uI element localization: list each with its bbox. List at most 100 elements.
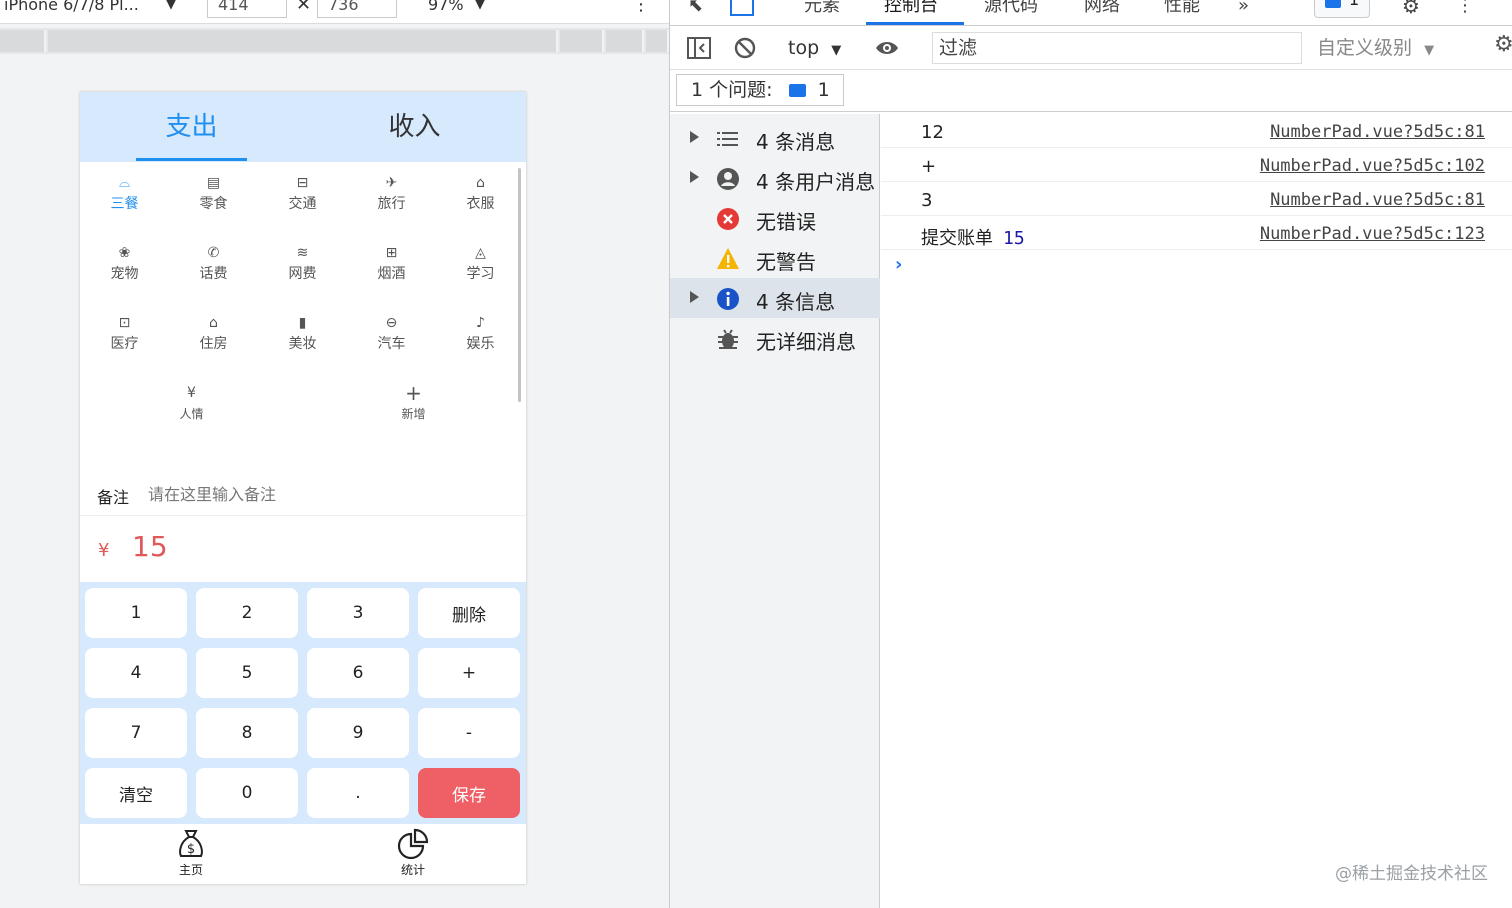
category-item[interactable]: ✈ 旅行 [347, 172, 436, 222]
minus-key[interactable]: - [418, 708, 520, 758]
message-value: 15 [1003, 228, 1025, 249]
key-0[interactable]: 0 [196, 768, 298, 818]
key-7[interactable]: 7 [85, 708, 187, 758]
filter-input[interactable] [932, 32, 1302, 64]
tab-income[interactable]: 收入 [303, 92, 526, 162]
category-item[interactable]: ⊖ 汽车 [347, 312, 436, 362]
medical-kit-icon: ⊡ [118, 315, 131, 331]
source-link[interactable]: NumberPad.vue?5d5c:81 [1270, 122, 1485, 142]
car-icon: ⊖ [385, 315, 398, 331]
category-item[interactable]: ⌂ 住房 [169, 312, 258, 362]
message-text: 提交账单 [921, 228, 993, 249]
source-link[interactable]: NumberPad.vue?5d5c:81 [1270, 190, 1485, 210]
sidebar-filter-item[interactable]: 4 条用户消息 [670, 158, 880, 198]
active-tab-indicator [866, 22, 964, 25]
currency-symbol: ¥ [98, 540, 110, 561]
zoom-chevron-icon[interactable]: ▼ [475, 0, 485, 16]
message-text: + [921, 156, 937, 177]
nav-statistics[interactable]: 统计 [353, 828, 473, 882]
more-tabs-icon[interactable]: » [1238, 0, 1249, 18]
category-item[interactable]: ≋ 网费 [258, 242, 347, 292]
key-8[interactable]: 8 [196, 708, 298, 758]
device-width-input[interactable]: 414 [207, 0, 287, 18]
info-icon [717, 288, 739, 310]
note-input[interactable] [146, 480, 506, 508]
tab-expense[interactable]: 支出 [80, 92, 303, 162]
more-menu-icon[interactable]: ⋮ [1456, 0, 1474, 18]
issues-button[interactable]: 1 个问题: 1 [676, 74, 844, 106]
category-item[interactable]: ✆ 话费 [169, 242, 258, 292]
category-item[interactable]: ⌓ 三餐 [80, 172, 169, 222]
tab-sources[interactable]: 源代码 [984, 0, 1038, 18]
chevron-down-icon[interactable]: ▼ [166, 0, 176, 16]
ruler-segment[interactable] [606, 30, 644, 52]
expand-arrow-icon[interactable] [690, 291, 699, 303]
phone-viewport: 支出 收入 ⌓ 三餐 ▤ 零食 ⊟ 交通 ✈ 旅行 ⌂ 衣服 ❀ 宠物 ✆ 话费 ≋ 网费 ⊞ 烟酒 ◬ 学习 ⊡ 医疗 ⌂… [80, 92, 526, 884]
decimal-key[interactable]: . [307, 768, 409, 818]
sidebar-toggle-icon[interactable] [686, 36, 712, 60]
inspect-element-icon[interactable]: ⬉ [688, 0, 703, 18]
sidebar-filter-item[interactable]: 4 条信息 [670, 278, 880, 318]
tab-performance[interactable]: 性能 [1164, 0, 1200, 18]
category-item[interactable]: ⌂ 衣服 [436, 172, 525, 222]
console-settings-gear-icon[interactable]: ⚙ [1494, 32, 1512, 57]
save-button[interactable]: 保存 [418, 768, 520, 818]
console-prompt-icon[interactable]: › [895, 254, 902, 275]
device-height-input[interactable]: 736 [317, 0, 397, 18]
key-6[interactable]: 6 [307, 648, 409, 698]
category-item[interactable]: ⊟ 交通 [258, 172, 347, 222]
plus-key[interactable]: + [418, 648, 520, 698]
category-scrollbar[interactable] [518, 168, 521, 402]
ruler-segment[interactable] [0, 30, 46, 52]
category-item[interactable]: ⊡ 医疗 [80, 312, 169, 362]
category-label: 网费 [288, 266, 317, 282]
more-options-icon[interactable]: ⋮ [632, 0, 650, 16]
sidebar-filter-item[interactable]: 无错误 [670, 198, 880, 238]
category-item[interactable]: ▤ 零食 [169, 172, 258, 222]
clear-console-icon[interactable] [732, 36, 758, 60]
source-link[interactable]: NumberPad.vue?5d5c:102 [1260, 156, 1485, 176]
context-select[interactable]: top ▼ [788, 36, 841, 60]
clear-key[interactable]: 清空 [85, 768, 187, 818]
sidebar-filter-item[interactable]: 无详细消息 [670, 318, 880, 358]
zoom-select[interactable]: 97% [428, 0, 464, 16]
settings-gear-icon[interactable]: ⚙ [1402, 0, 1420, 18]
chevron-down-icon: ▼ [831, 43, 842, 58]
key-2[interactable]: 2 [196, 588, 298, 638]
key-5[interactable]: 5 [196, 648, 298, 698]
category-item[interactable]: + 新增 [369, 382, 458, 432]
category-item[interactable]: ◬ 学习 [436, 242, 525, 292]
expand-arrow-icon[interactable] [690, 171, 699, 183]
device-select[interactable]: iPhone 6/7/8 Pl... [4, 0, 139, 16]
devtools-panel: ⬉ 元素 控制台 源代码 网络 性能 » 1 ⚙ ⋮ top ▼ [669, 0, 1512, 908]
nav-home[interactable]: $ 主页 [131, 828, 251, 882]
device-toggle-icon[interactable] [730, 0, 754, 16]
amount-display: ¥ 15 [80, 518, 526, 582]
ruler-segment[interactable] [48, 30, 558, 52]
sidebar-filter-item[interactable]: 无警告 [670, 238, 880, 278]
delete-key[interactable]: 删除 [418, 588, 520, 638]
eye-icon[interactable] [874, 36, 900, 60]
category-item[interactable]: ⊞ 烟酒 [347, 242, 436, 292]
tab-console[interactable]: 控制台 [884, 0, 938, 18]
tab-network[interactable]: 网络 [1084, 0, 1120, 18]
log-levels-select[interactable]: 自定义级别 ▼ [1317, 36, 1434, 63]
issues-badge-top[interactable]: 1 [1314, 0, 1370, 18]
ruler-segment[interactable] [646, 30, 669, 52]
tab-elements[interactable]: 元素 [804, 0, 840, 18]
category-item[interactable]: ▮ 美妆 [258, 312, 347, 362]
sidebar-filter-item[interactable]: 4 条消息 [670, 118, 880, 158]
category-item[interactable]: ❀ 宠物 [80, 242, 169, 292]
key-1[interactable]: 1 [85, 588, 187, 638]
ruler-segment[interactable] [560, 30, 604, 52]
category-item[interactable]: ¥ 人情 [147, 382, 236, 432]
key-3[interactable]: 3 [307, 588, 409, 638]
warning-icon [717, 248, 739, 269]
category-label: 宠物 [110, 266, 139, 282]
expand-arrow-icon[interactable] [690, 131, 699, 143]
key-4[interactable]: 4 [85, 648, 187, 698]
source-link[interactable]: NumberPad.vue?5d5c:123 [1260, 224, 1485, 244]
category-item[interactable]: ♪ 娱乐 [436, 312, 525, 362]
key-9[interactable]: 9 [307, 708, 409, 758]
plane-icon: ✈ [385, 175, 398, 191]
